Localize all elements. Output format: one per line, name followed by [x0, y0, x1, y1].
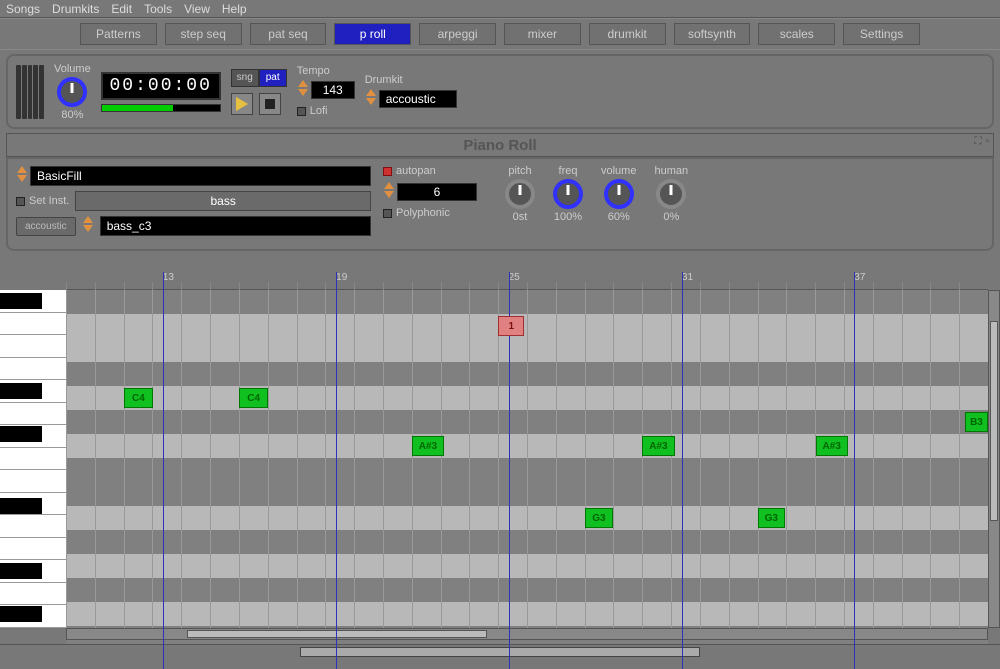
vertical-scrollbar[interactable]: [988, 290, 1000, 628]
restore-icon[interactable]: ▫: [985, 136, 989, 147]
lofi-checkbox[interactable]: Lofi: [297, 105, 328, 117]
knob-freq: freq100%: [553, 165, 583, 223]
tab-arpeggi[interactable]: arpeggi: [419, 23, 496, 45]
note-1[interactable]: 1: [498, 316, 524, 336]
ruler-tick: 37: [854, 272, 865, 283]
inst-sample[interactable]: bass_c3: [100, 216, 371, 236]
note-B3[interactable]: B3: [965, 412, 988, 432]
piano-roll-titlebar: Piano Roll ⛶ ▫: [6, 133, 994, 157]
inst-kit-button[interactable]: accoustic: [16, 217, 76, 236]
transport-panel: Volume 80% 00:00:00 sng pat Tempo 143 Lo…: [6, 54, 994, 129]
piano-keys[interactable]: [0, 290, 66, 628]
maximize-icon[interactable]: ⛶: [974, 136, 981, 147]
stop-button[interactable]: [259, 93, 281, 115]
drumkit-spinner[interactable]: [365, 88, 377, 110]
note-G3[interactable]: G3: [585, 508, 613, 528]
freq-knob[interactable]: [553, 179, 583, 209]
ruler-tick: 25: [509, 272, 520, 283]
menu-help[interactable]: Help: [222, 2, 247, 16]
bottom-scrollbar[interactable]: [0, 644, 1000, 658]
menu-bar: Songs Drumkits Edit Tools View Help: [0, 0, 1000, 18]
tempo-label: Tempo: [297, 65, 355, 77]
inst-group[interactable]: bass: [75, 191, 371, 211]
set-inst-checkbox[interactable]: Set Inst.: [16, 195, 69, 207]
tempo-spinner[interactable]: [297, 79, 309, 101]
note-A#3[interactable]: A#3: [642, 436, 674, 456]
horizontal-scrollbar[interactable]: [66, 628, 988, 640]
menu-tools[interactable]: Tools: [144, 2, 172, 16]
tab-Patterns[interactable]: Patterns: [80, 23, 157, 45]
human-knob[interactable]: [656, 179, 686, 209]
piano-roll-editor: 13 19 25 31 37 1 C4 C4 B3 A#3 A#3 A#3 G3 G3: [0, 272, 1000, 640]
sample-spinner[interactable]: [82, 215, 94, 237]
sng-button[interactable]: sng: [231, 69, 259, 87]
menu-drumkits[interactable]: Drumkits: [52, 2, 99, 16]
pat-button[interactable]: pat: [259, 69, 287, 87]
tab-pat-seq[interactable]: pat seq: [250, 23, 327, 45]
progress-bar[interactable]: [101, 104, 221, 112]
level-meter: [16, 65, 44, 119]
drumkit-select[interactable]: accoustic: [379, 90, 457, 108]
tempo-value[interactable]: 143: [311, 81, 355, 99]
play-icon: [236, 97, 248, 111]
timecode-display: 00:00:00: [101, 72, 221, 100]
note-grid[interactable]: 1 C4 C4 B3 A#3 A#3 A#3 G3 G3: [66, 290, 988, 628]
ruler-tick: 31: [682, 272, 693, 283]
volume-block: Volume 80%: [54, 63, 91, 121]
knob-pitch: pitch0st: [505, 165, 535, 223]
voices-spinner[interactable]: [383, 181, 395, 203]
note-C4[interactable]: C4: [239, 388, 268, 408]
tab-drumkit[interactable]: drumkit: [589, 23, 666, 45]
menu-songs[interactable]: Songs: [6, 2, 40, 16]
menu-view[interactable]: View: [184, 2, 210, 16]
pattern-spinner[interactable]: [16, 165, 28, 187]
note-A#3[interactable]: A#3: [412, 436, 444, 456]
tab-p-roll[interactable]: p roll: [334, 23, 411, 45]
volume-label: Volume: [54, 63, 91, 75]
menu-edit[interactable]: Edit: [111, 2, 132, 16]
tab-Settings[interactable]: Settings: [843, 23, 920, 45]
tab-mixer[interactable]: mixer: [504, 23, 581, 45]
drumkit-label: Drumkit: [365, 74, 457, 86]
piano-roll-params: BasicFill Set Inst. bass accoustic bass_…: [6, 157, 994, 251]
note-A#3[interactable]: A#3: [816, 436, 848, 456]
volume-knob[interactable]: [57, 77, 87, 107]
volume-value: 80%: [54, 109, 91, 121]
tab-bar: Patterns step seq pat seq p roll arpeggi mixe…: [0, 18, 1000, 50]
ruler[interactable]: 13 19 25 31 37: [66, 272, 988, 290]
tab-softsynth[interactable]: softsynth: [674, 23, 751, 45]
voices-value[interactable]: 6: [397, 183, 477, 201]
pattern-name[interactable]: BasicFill: [30, 166, 371, 186]
stop-icon: [265, 99, 275, 109]
tab-scales[interactable]: scales: [758, 23, 835, 45]
pitch-knob[interactable]: [505, 179, 535, 209]
polyphonic-checkbox[interactable]: Polyphonic: [383, 207, 493, 219]
play-button[interactable]: [231, 93, 253, 115]
volume-knob[interactable]: [604, 179, 634, 209]
tab-step-seq[interactable]: step seq: [165, 23, 242, 45]
knob-human: human0%: [654, 165, 688, 223]
ruler-tick: 19: [336, 272, 347, 283]
knob-volume: volume60%: [601, 165, 636, 223]
ruler-tick: 13: [163, 272, 174, 283]
autopan-checkbox[interactable]: autopan: [383, 165, 493, 177]
note-G3[interactable]: G3: [758, 508, 786, 528]
note-C4[interactable]: C4: [124, 388, 153, 408]
piano-roll-title: Piano Roll: [463, 137, 536, 154]
